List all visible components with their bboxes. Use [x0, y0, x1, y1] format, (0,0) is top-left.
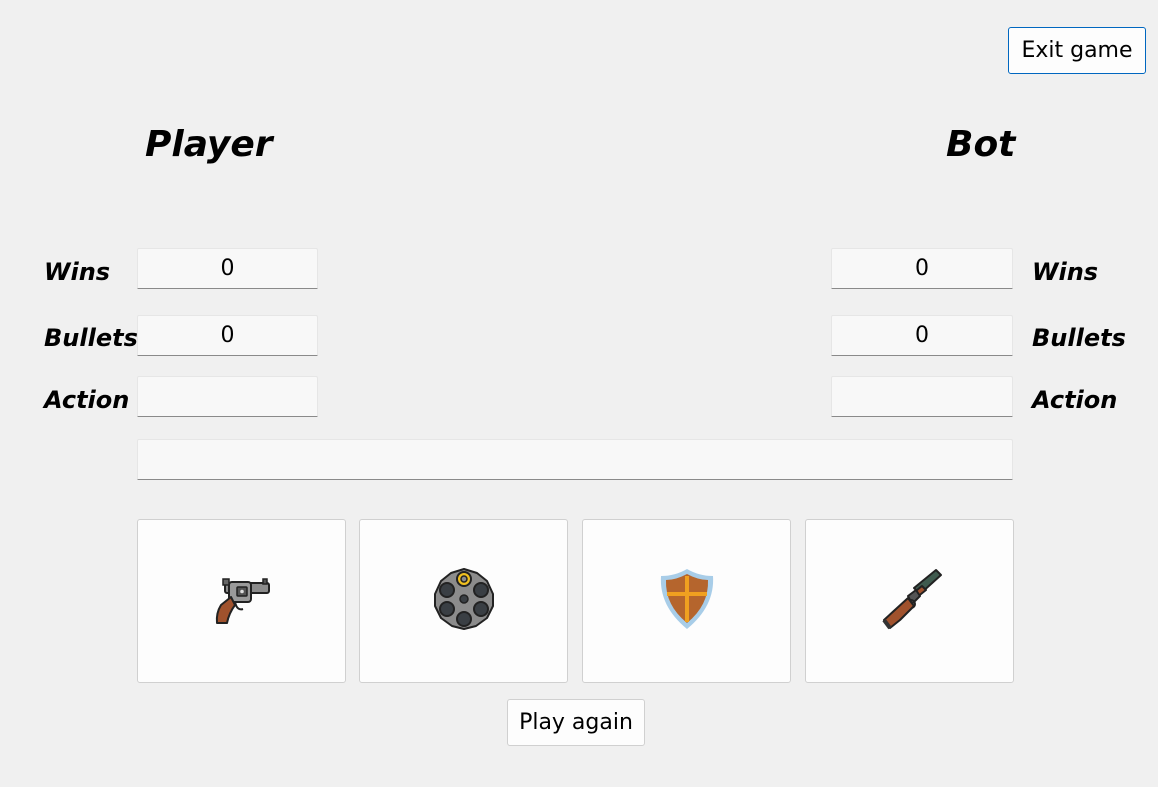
bot-bullets-label: Bullets [1032, 324, 1126, 352]
bot-action-label: Action [1032, 386, 1118, 414]
shield-icon [657, 566, 717, 636]
player-bullets-label: Bullets [44, 324, 138, 352]
block-button[interactable] [582, 519, 791, 683]
exit-game-button[interactable]: Exit game [1008, 27, 1146, 74]
revolver-icon [207, 569, 277, 633]
bot-bullets-field: 0 [831, 315, 1013, 356]
shotgun-icon [874, 564, 946, 638]
player-wins-label: Wins [44, 258, 111, 286]
reload-button[interactable] [359, 519, 568, 683]
bot-wins-field: 0 [831, 248, 1013, 289]
player-bullets-field: 0 [137, 315, 318, 356]
player-action-label: Action [44, 386, 130, 414]
play-again-button[interactable]: Play again [507, 699, 645, 746]
bot-heading: Bot [946, 124, 1016, 165]
player-wins-field: 0 [137, 248, 318, 289]
result-field [137, 439, 1013, 480]
bot-wins-label: Wins [1032, 258, 1099, 286]
bot-action-field [831, 376, 1013, 417]
player-heading: Player [145, 124, 273, 165]
revolver-cylinder-icon [431, 566, 497, 636]
shoot-button[interactable] [137, 519, 346, 683]
player-action-field [137, 376, 318, 417]
shotgun-button[interactable] [805, 519, 1014, 683]
